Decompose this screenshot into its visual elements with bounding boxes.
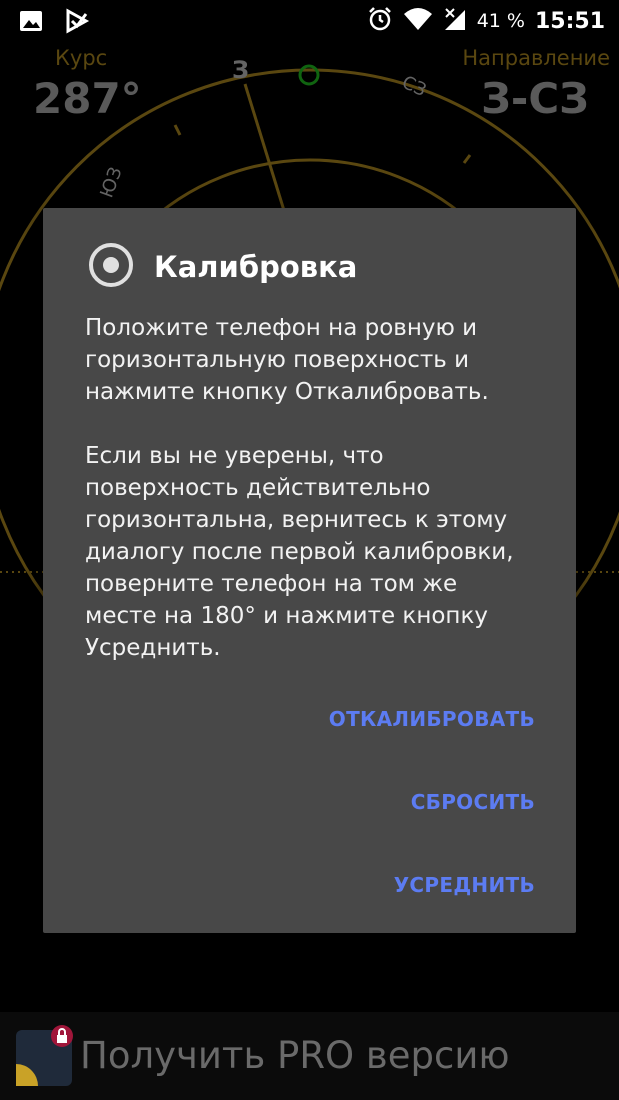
average-button[interactable]: УСРЕДНИТЬ (394, 873, 535, 897)
calibration-dialog: Калибровка Положите телефон на ровную и … (43, 208, 576, 933)
pro-version-label: Получить PRO версию (80, 1034, 510, 1077)
radio-target-icon (88, 242, 134, 292)
calibrate-button[interactable]: ОТКАЛИБРОВАТЬ (329, 707, 535, 731)
dialog-message: Положите телефон на ровную и горизонталь… (85, 315, 514, 661)
pro-app-icon (12, 1024, 76, 1092)
pro-version-banner[interactable]: Получить PRO версию (0, 1012, 619, 1100)
dialog-title: Калибровка (154, 250, 358, 284)
reset-button[interactable]: СБРОСИТЬ (411, 790, 535, 814)
